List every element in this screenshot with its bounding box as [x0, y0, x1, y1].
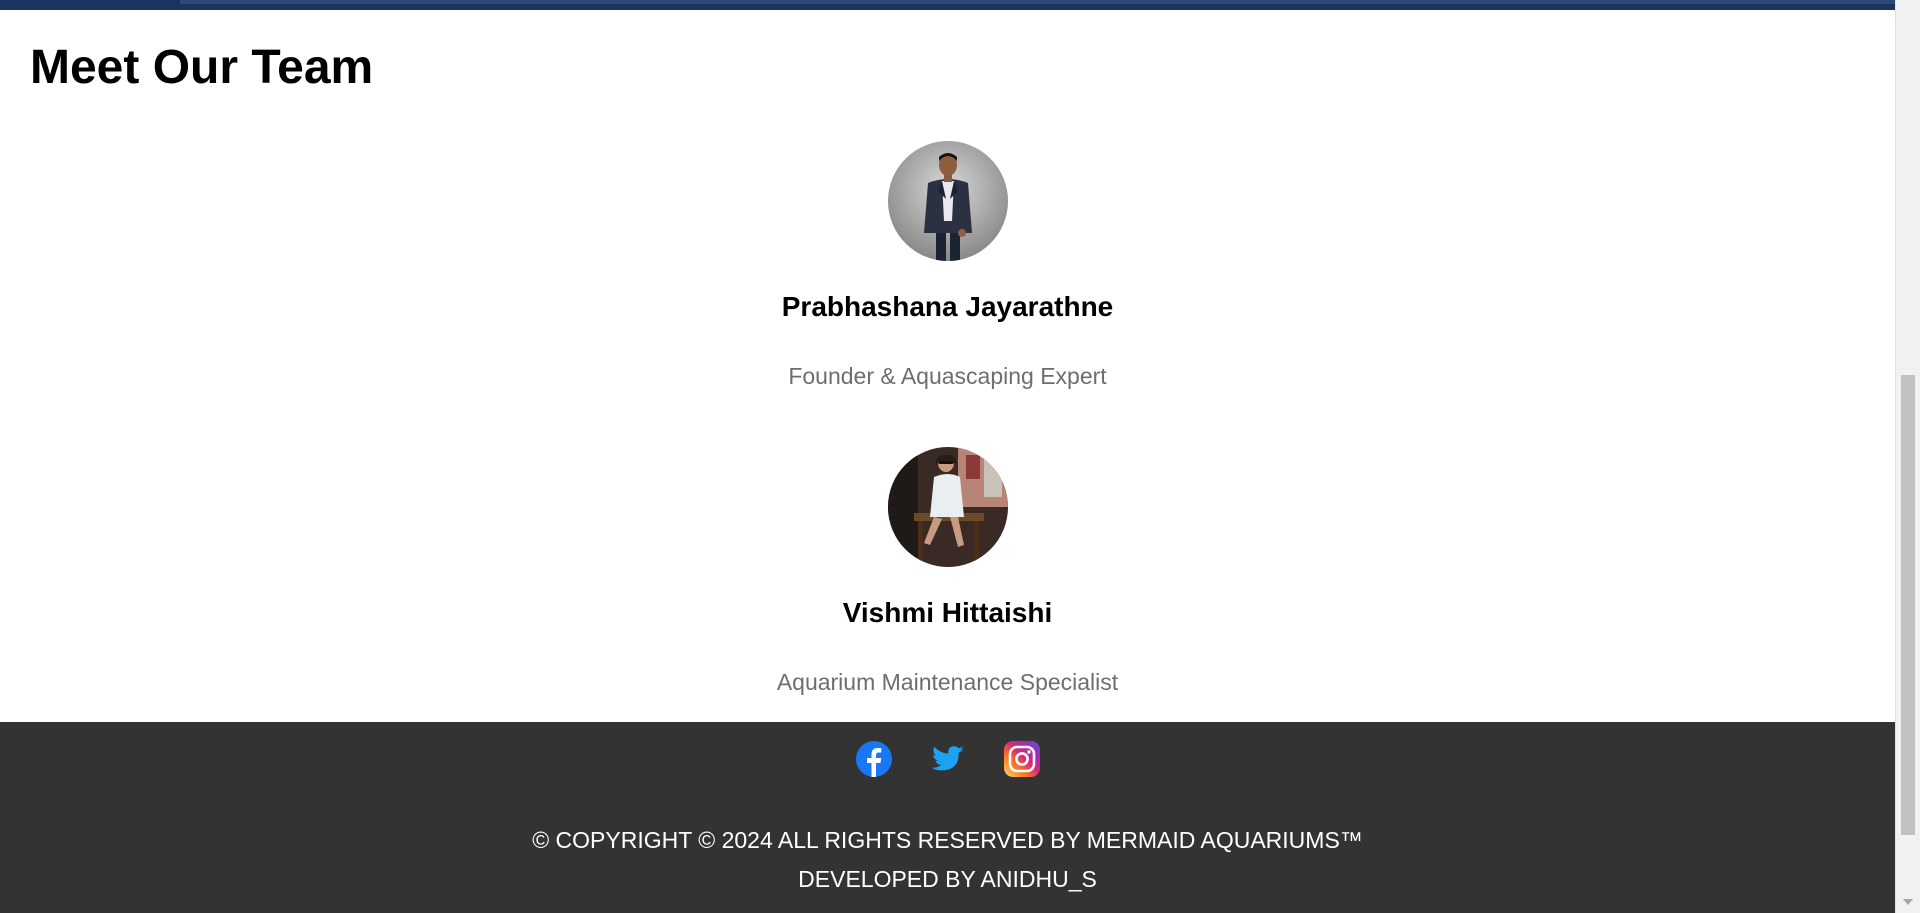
twitter-icon[interactable] — [930, 741, 966, 777]
page: Meet Our Team Prabhashana Jayarathne Fou… — [0, 0, 1920, 913]
section-title: Meet Our Team — [30, 41, 374, 94]
facebook-icon[interactable] — [855, 741, 892, 777]
developer-credit: DEVELOPED BY ANIDHU_S — [798, 866, 1097, 892]
member-role: Aquarium Maintenance Specialist — [776, 669, 1119, 695]
instagram-icon[interactable] — [1003, 741, 1040, 777]
team-member-card: Prabhashana Jayarathne Founder & Aquasca… — [0, 141, 1895, 388]
avatar — [887, 447, 1008, 567]
top-nav-highlight — [180, 0, 1895, 4]
copyright-text: © COPYRIGHT © 2024 ALL RIGHTS RESERVED B… — [532, 827, 1363, 853]
scroll-down-arrow-icon[interactable] — [1903, 899, 1913, 905]
person-photo-seated-icon — [887, 447, 1008, 567]
team-section: Meet Our Team Prabhashana Jayarathne Fou… — [0, 10, 1895, 722]
vertical-scrollbar[interactable] — [1895, 0, 1920, 913]
team-member-card: Vishmi Hittaishi Aquarium Maintenance Sp… — [0, 447, 1895, 694]
member-role: Founder & Aquascaping Expert — [788, 363, 1107, 389]
scrollbar-thumb[interactable] — [1901, 375, 1915, 835]
member-name: Vishmi Hittaishi — [842, 597, 1053, 628]
avatar — [887, 141, 1008, 261]
person-photo-suit-icon — [887, 141, 1008, 261]
footer: © COPYRIGHT © 2024 ALL RIGHTS RESERVED B… — [0, 722, 1895, 913]
social-links — [0, 741, 1895, 777]
member-name: Prabhashana Jayarathne — [781, 291, 1114, 322]
